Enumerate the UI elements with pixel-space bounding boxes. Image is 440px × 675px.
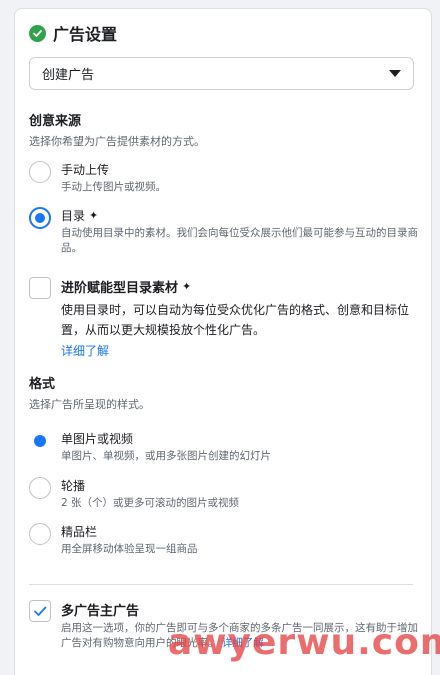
watermark: awyerwu.com: [168, 622, 440, 663]
ad-type-value: 创建广告: [42, 68, 95, 83]
catalog-radio[interactable]: [29, 207, 51, 229]
carousel-radio[interactable]: [29, 477, 51, 499]
format-desc: 选择广告所呈现的样式。: [29, 398, 150, 411]
carousel-label: 轮播: [61, 479, 86, 493]
single-image-video-desc: 单图片、单视频，或用多张图片创建的幻灯片: [61, 450, 271, 462]
manual-upload-radio[interactable]: [29, 161, 51, 183]
catalog-label: 目录: [61, 209, 86, 223]
multi-advertiser-checkbox[interactable]: [29, 600, 51, 622]
page-title: 广告设置: [53, 25, 118, 44]
collection-desc: 用全屏移动体验呈现一组商品: [61, 543, 198, 555]
learn-more-link[interactable]: 详细了解: [61, 342, 421, 359]
catalog-desc: 自动使用目录中的素材。我们会向每位受众展示他们最可能参与互动的目录商品。: [61, 227, 418, 254]
carousel-desc: 2 张（个）或更多可滚动的图片或视频: [61, 497, 240, 509]
checkmark-icon: [34, 606, 47, 616]
sparkle-icon: ✦: [182, 280, 192, 293]
manual-upload-desc: 手动上传图片或视频。: [61, 181, 166, 193]
single-image-video-radio[interactable]: [29, 430, 51, 452]
advantage-catalog-checkbox[interactable]: [29, 277, 51, 299]
collection-label: 精品栏: [61, 525, 98, 539]
collection-radio[interactable]: [29, 523, 51, 545]
single-image-video-label: 单图片或视频: [61, 432, 134, 446]
ad-settings-header: 广告设置: [29, 21, 117, 45]
advantage-catalog-desc: 使用目录时，可以自动为每位受众优化广告的格式、创意和目标位置，从而以更大规模投放…: [61, 303, 410, 337]
caret-down-icon: [389, 70, 401, 77]
sparkle-icon: ✦: [89, 209, 99, 222]
advantage-catalog-label: 进阶赋能型目录素材: [61, 281, 179, 296]
section-divider: [29, 584, 413, 585]
format-title: 格式: [29, 377, 56, 392]
manual-upload-label: 手动上传: [61, 163, 110, 177]
multi-advertiser-label: 多广告主广告: [61, 604, 140, 619]
ad-settings-card: 广告设置 创建广告 创意来源 选择你希望为广告提供素材的方式。 手动上传 手动上…: [14, 8, 432, 675]
check-circle-icon: [29, 24, 46, 42]
ad-type-dropdown[interactable]: 创建广告: [29, 57, 414, 90]
creative-source-desc: 选择你希望为广告提供素材的方式。: [29, 135, 205, 148]
creative-source-title: 创意来源: [29, 114, 82, 129]
